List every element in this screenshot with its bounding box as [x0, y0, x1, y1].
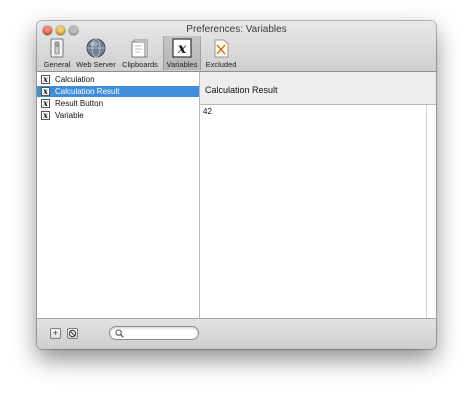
add-variable-button[interactable]: +: [50, 328, 61, 339]
toolbar-item-label: Clipboards: [122, 60, 158, 69]
toolbar-item-label: Excluded: [205, 60, 237, 69]
detail-title: Calculation Result: [205, 85, 278, 95]
clipboard-icon: [131, 39, 148, 58]
toolbar-item-label: Web Server: [76, 60, 116, 69]
variable-x-icon: x: [41, 87, 50, 96]
variables-list[interactable]: x Calculation x Calculation Result x Res…: [37, 72, 200, 318]
window-title: Preferences: Variables: [186, 24, 287, 35]
bottom-bar: +: [37, 318, 436, 349]
list-item-label: Calculation Result: [55, 87, 120, 96]
search-field[interactable]: [109, 326, 199, 340]
toolbar-item-label: Variables: [166, 60, 198, 69]
excluded-document-icon: [214, 39, 229, 58]
value-text-area[interactable]: 42: [200, 105, 436, 318]
search-input[interactable]: [126, 328, 194, 338]
preferences-window: Preferences: Variables General Web Serve…: [37, 21, 436, 349]
variable-x-icon: x: [172, 38, 192, 58]
list-item-variable[interactable]: x Variable: [37, 110, 199, 121]
toolbar-item-clipboards[interactable]: Clipboards: [119, 36, 161, 70]
variable-x-icon: x: [41, 99, 50, 108]
variable-value[interactable]: 42: [203, 107, 212, 116]
globe-icon: [86, 38, 106, 58]
toolbar-item-web-server[interactable]: Web Server: [75, 36, 117, 70]
toolbar-item-variables[interactable]: x Variables: [163, 36, 201, 70]
list-item-result-button[interactable]: x Result Button: [37, 98, 199, 109]
toolbar-item-label: General: [43, 60, 71, 69]
scrollbar-track[interactable]: [426, 105, 427, 318]
toolbar: Preferences: Variables General Web Serve…: [37, 21, 436, 72]
list-item-label: Variable: [55, 111, 84, 120]
no-entry-icon: [68, 329, 77, 338]
toolbar-item-excluded[interactable]: Excluded: [201, 36, 241, 70]
magnifier-icon: [115, 329, 124, 338]
list-item-label: Calculation: [55, 75, 95, 84]
variable-x-icon: x: [41, 111, 50, 120]
remove-variable-button[interactable]: [67, 328, 78, 339]
toolbar-item-general[interactable]: General: [38, 36, 76, 70]
variable-x-icon: x: [41, 75, 50, 84]
svg-text:x: x: [177, 41, 187, 57]
detail-header: Calculation Result: [200, 72, 436, 105]
list-item-calculation[interactable]: x Calculation: [37, 74, 199, 85]
general-switch-icon: [50, 38, 64, 58]
list-item-calculation-result[interactable]: x Calculation Result: [37, 86, 199, 97]
list-item-label: Result Button: [55, 99, 104, 108]
